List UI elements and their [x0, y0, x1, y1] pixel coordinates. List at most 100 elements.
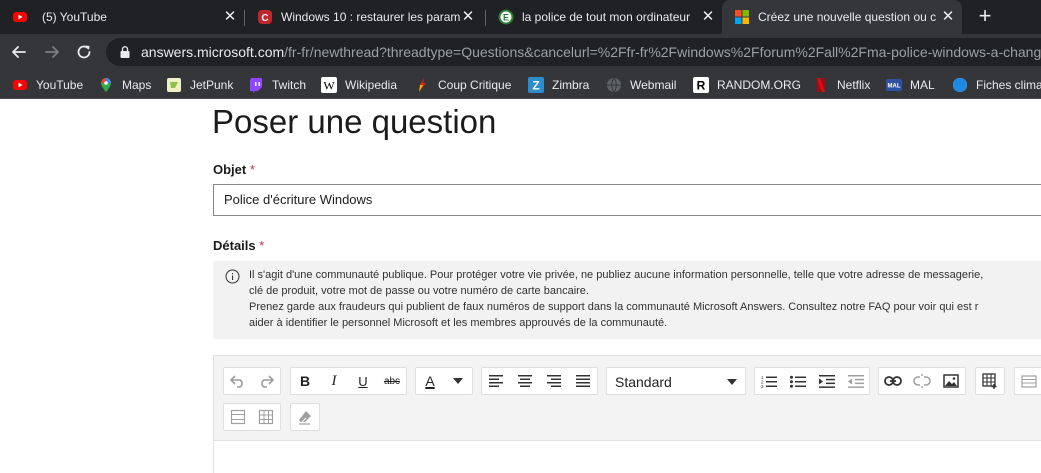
wikipedia-icon: W	[321, 77, 337, 93]
tab-windows-10[interactable]: C Windows 10 : restaurer les param ✕	[245, 0, 485, 34]
tab-title: (5) YouTube	[42, 10, 107, 24]
font-color-letter: A	[425, 373, 435, 389]
table-group	[975, 367, 1005, 395]
bookmark-fiches-clima[interactable]: Fiches clima	[952, 76, 1041, 94]
numbered-list-icon: 123	[761, 375, 777, 388]
tab-youtube[interactable]: (5) YouTube ✕	[0, 0, 244, 34]
table-row-button[interactable]	[224, 404, 252, 430]
bookmark-jetpunk[interactable]: JetPunk	[166, 76, 233, 94]
close-tab-icon[interactable]: ✕	[700, 9, 716, 25]
insert-image-button[interactable]	[937, 368, 965, 394]
bookmark-maps[interactable]: Maps	[98, 76, 151, 94]
back-icon[interactable]	[8, 41, 30, 63]
netflix-icon	[817, 78, 825, 92]
bookmark-netflix[interactable]: Netflix	[813, 76, 870, 94]
bookmark-youtube[interactable]: YouTube	[12, 76, 83, 94]
align-right-icon	[547, 375, 561, 387]
align-left-button[interactable]	[482, 368, 510, 394]
fiches-clima-icon	[953, 78, 967, 92]
youtube-icon	[13, 12, 27, 22]
browser-toolbar: answers.microsoft.com/fr-fr/newthread?th…	[0, 34, 1041, 70]
webmail-icon	[607, 77, 621, 93]
insert-link-button[interactable]	[879, 368, 907, 394]
outdent-button[interactable]	[842, 368, 870, 394]
format-select[interactable]: Standard	[606, 367, 746, 395]
maps-pin-icon	[101, 78, 111, 92]
editor-toolbar: B I U abc A Standard 1 2 3	[214, 356, 1041, 441]
tab-microsoft-answers[interactable]: Créez une nouvelle question ou c ✕	[722, 0, 962, 34]
format-select-value: Standard	[615, 374, 672, 390]
subject-label-text: Objet	[213, 162, 247, 177]
bookmarks-bar: YouTube Maps JetPunk Twitch W Wikipedia …	[0, 70, 1041, 99]
svg-text:R: R	[697, 79, 706, 93]
bookmark-webmail[interactable]: Webmail	[606, 76, 676, 94]
tab-police[interactable]: E la police de tout mon ordinateur ✕	[486, 0, 722, 34]
tab-title: Créez une nouvelle question ou c	[758, 10, 937, 24]
bullet-list-icon	[790, 375, 806, 388]
details-label-text: Détails	[213, 238, 256, 253]
bookmark-label: YouTube	[36, 78, 84, 92]
image-icon	[943, 374, 959, 388]
tab-title: la police de tout mon ordinateur	[522, 10, 691, 24]
bookmark-mal[interactable]: MAL MAL	[886, 76, 935, 94]
bookmark-label: Wikipedia	[345, 78, 398, 92]
bookmark-twitch[interactable]: Twitch	[248, 76, 306, 94]
unlink-button[interactable]	[908, 368, 936, 394]
numbered-list-button[interactable]: 123	[755, 368, 783, 394]
indent-button[interactable]	[813, 368, 841, 394]
subject-input[interactable]: Police d'écriture Windows	[213, 184, 1041, 216]
table-cell-group	[223, 403, 281, 431]
tab-title: Windows 10 : restaurer les param	[281, 10, 461, 24]
lock-icon[interactable]	[118, 45, 132, 59]
address-bar[interactable]: answers.microsoft.com/fr-fr/newthread?th…	[106, 38, 1041, 66]
bookmark-wikipedia[interactable]: W Wikipedia	[321, 76, 397, 94]
table-row-icon	[230, 409, 246, 425]
reload-icon[interactable]	[73, 41, 95, 63]
remove-format-button[interactable]	[291, 404, 319, 430]
forward-icon[interactable]	[41, 41, 63, 63]
close-tab-icon[interactable]: ✕	[460, 9, 476, 25]
twitch-icon	[250, 78, 262, 93]
notice-line: clé de produit, votre mot de passe ou vo…	[249, 285, 589, 297]
align-right-button[interactable]	[540, 368, 568, 394]
italic-button[interactable]: I	[320, 368, 348, 394]
unlink-icon	[913, 374, 931, 388]
strikethrough-button[interactable]: abc	[378, 368, 406, 394]
bold-button[interactable]: B	[291, 368, 319, 394]
clear-format-group	[290, 403, 320, 431]
details-label: Détails *	[213, 238, 264, 254]
bookmark-label: Zimbra	[552, 78, 590, 92]
text-style-group: B I U abc	[290, 367, 407, 395]
table-column-button[interactable]	[252, 404, 280, 430]
bullet-list-button[interactable]	[784, 368, 812, 394]
redo-button[interactable]	[252, 368, 280, 394]
close-tab-icon[interactable]: ✕	[222, 9, 238, 25]
coup-critique-icon	[419, 78, 426, 92]
new-tab-button[interactable]: +	[975, 5, 995, 27]
clubic-icon: C	[258, 10, 272, 24]
justify-button[interactable]	[569, 368, 597, 394]
list-group: 123	[754, 367, 870, 395]
bookmark-zimbra[interactable]: Z Zimbra	[528, 76, 589, 94]
font-color-group: A	[415, 367, 473, 395]
undo-button[interactable]	[224, 368, 252, 394]
notice-line: Il s'agit d'une communauté publique. Pou…	[249, 269, 984, 281]
url-text: answers.microsoft.com/fr-fr/newthread?th…	[141, 45, 1041, 60]
url-host: answers.microsoft.com	[141, 44, 285, 60]
subject-label: Objet *	[213, 162, 255, 178]
bookmark-label: Maps	[122, 78, 152, 92]
svg-text:E: E	[503, 13, 509, 23]
notice-line: aider à identifier le personnel Microsof…	[249, 317, 668, 329]
align-center-button[interactable]	[511, 368, 539, 394]
bookmark-coup-critique[interactable]: Coup Critique	[414, 76, 511, 94]
bookmark-random-org[interactable]: R RANDOM.ORG	[693, 76, 801, 94]
svg-text:MAL: MAL	[888, 84, 901, 90]
font-color-button[interactable]: A	[416, 368, 444, 394]
insert-table-button[interactable]	[976, 368, 1004, 394]
table-properties-button[interactable]	[1015, 368, 1041, 394]
insert-group	[878, 367, 966, 395]
svg-text:3: 3	[761, 384, 764, 388]
underline-button[interactable]: U	[349, 368, 377, 394]
font-color-dropdown[interactable]	[444, 368, 472, 394]
close-tab-icon[interactable]: ✕	[940, 9, 956, 25]
